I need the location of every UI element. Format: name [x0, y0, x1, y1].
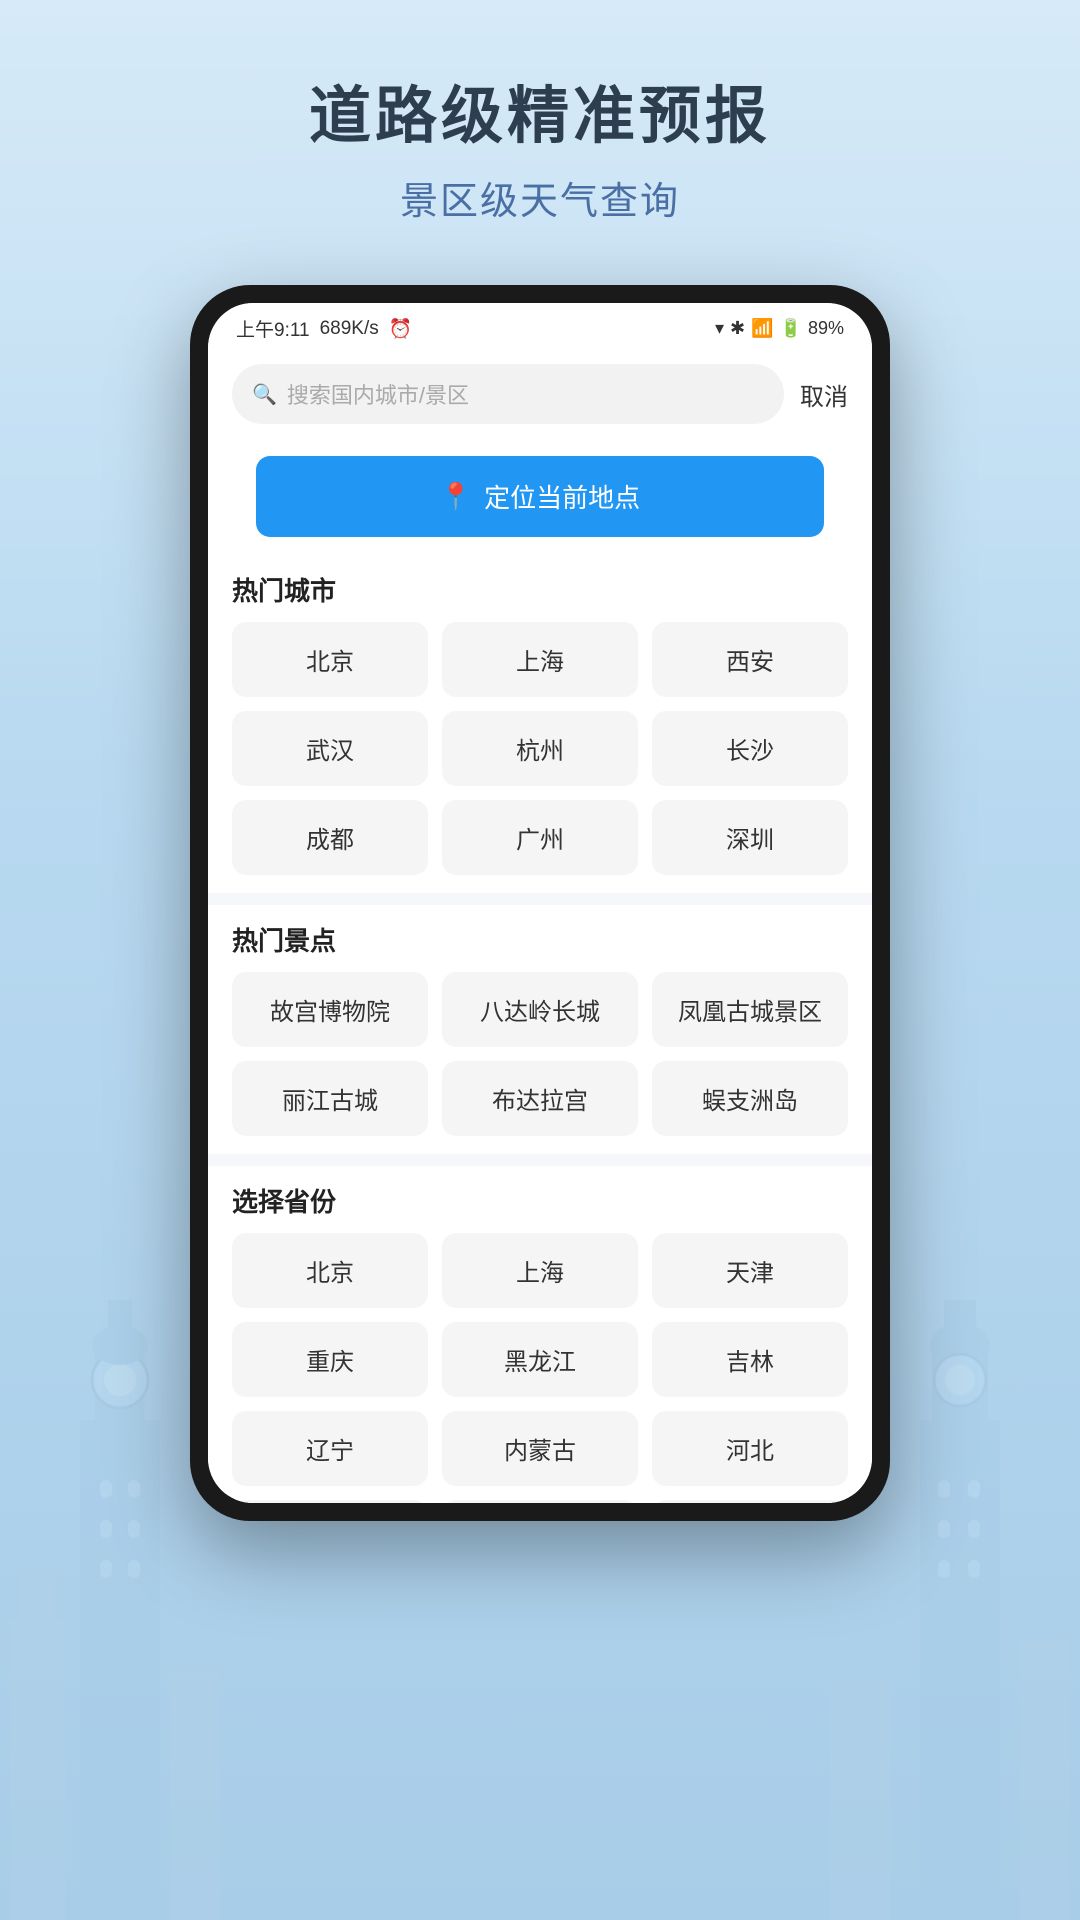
province-grid: 北京 上海 天津 重庆 黑龙江 吉林 辽宁 内蒙古 河北 山西 陕西 山东 新疆…	[232, 1233, 848, 1503]
spot-item-badaling[interactable]: 八达岭长城	[442, 972, 638, 1047]
prov-item-shaanxi[interactable]: 陕西	[442, 1500, 638, 1503]
cancel-button[interactable]: 取消	[800, 377, 848, 412]
bluetooth-icon: ✱	[730, 318, 745, 339]
divider-2	[208, 1154, 872, 1166]
city-item-shanghai[interactable]: 上海	[442, 622, 638, 697]
phone-frame: 上午9:11 689K/s ⏰ ▾ ✱ 📶 🔋 89% 🔍	[190, 285, 890, 1521]
phone-screen: 上午9:11 689K/s ⏰ ▾ ✱ 📶 🔋 89% 🔍	[208, 303, 872, 1503]
city-item-changsha[interactable]: 长沙	[652, 711, 848, 786]
battery-icon: 🔋	[780, 318, 802, 339]
city-item-xian[interactable]: 西安	[652, 622, 848, 697]
status-right: ▾ ✱ 📶 🔋 89%	[715, 318, 844, 339]
search-icon: 🔍	[252, 382, 277, 407]
alarm-icon: ⏰	[389, 317, 413, 341]
prov-item-chongqing[interactable]: 重庆	[232, 1322, 428, 1397]
signal-icon: 📶	[751, 318, 773, 339]
search-input-wrap[interactable]: 🔍 搜索国内城市/景区	[232, 364, 784, 424]
main-title: 道路级精准预报	[0, 80, 1080, 154]
spot-item-lijiang[interactable]: 丽江古城	[232, 1061, 428, 1136]
prov-item-tianjin[interactable]: 天津	[652, 1233, 848, 1308]
prov-item-shanxi[interactable]: 山西	[232, 1500, 428, 1503]
prov-item-beijing[interactable]: 北京	[232, 1233, 428, 1308]
hot-spots-section: 热门景点 故宫博物院 八达岭长城 凤凰古城景区 丽江古城 布达拉宫 蜈支洲岛	[208, 905, 872, 1154]
prov-item-shanghai[interactable]: 上海	[442, 1233, 638, 1308]
spot-item-gugong[interactable]: 故宫博物院	[232, 972, 428, 1047]
status-left: 上午9:11 689K/s ⏰	[236, 315, 412, 342]
hot-spots-title: 热门景点	[232, 905, 848, 972]
location-section: 📍 定位当前地点	[208, 456, 872, 537]
province-title: 选择省份	[232, 1166, 848, 1233]
hot-cities-section: 热门城市 北京 上海 西安 武汉 杭州 长沙 成都 广州 深圳	[208, 555, 872, 893]
city-item-wuhan[interactable]: 武汉	[232, 711, 428, 786]
prov-item-jilin[interactable]: 吉林	[652, 1322, 848, 1397]
hot-cities-title: 热门城市	[232, 555, 848, 622]
sub-title: 景区级天气查询	[0, 170, 1080, 225]
location-label: 定位当前地点	[484, 478, 640, 515]
location-button[interactable]: 📍 定位当前地点	[256, 456, 824, 537]
search-placeholder: 搜索国内城市/景区	[287, 378, 469, 410]
divider-1	[208, 893, 872, 905]
battery-percent: 89%	[808, 318, 844, 339]
location-pin-icon: 📍	[440, 481, 472, 512]
prov-item-liaoning[interactable]: 辽宁	[232, 1411, 428, 1486]
phone-mockup: 上午9:11 689K/s ⏰ ▾ ✱ 📶 🔋 89% 🔍	[0, 285, 1080, 1521]
city-item-chengdu[interactable]: 成都	[232, 800, 428, 875]
hot-cities-grid: 北京 上海 西安 武汉 杭州 长沙 成都 广州 深圳	[232, 622, 848, 893]
city-item-hangzhou[interactable]: 杭州	[442, 711, 638, 786]
city-item-shenzhen[interactable]: 深圳	[652, 800, 848, 875]
spot-item-wuzhizhou[interactable]: 蜈支洲岛	[652, 1061, 848, 1136]
city-item-beijing[interactable]: 北京	[232, 622, 428, 697]
province-section: 选择省份 北京 上海 天津 重庆 黑龙江 吉林 辽宁 内蒙古 河北 山西 陕西 …	[208, 1166, 872, 1503]
search-area: 🔍 搜索国内城市/景区 取消	[208, 350, 872, 438]
prov-item-hebei[interactable]: 河北	[652, 1411, 848, 1486]
hot-spots-grid: 故宫博物院 八达岭长城 凤凰古城景区 丽江古城 布达拉宫 蜈支洲岛	[232, 972, 848, 1154]
wifi-icon: ▾	[715, 318, 724, 339]
spot-item-budala[interactable]: 布达拉宫	[442, 1061, 638, 1136]
city-item-guangzhou[interactable]: 广州	[442, 800, 638, 875]
spot-item-fenghuang[interactable]: 凤凰古城景区	[652, 972, 848, 1047]
status-time: 上午9:11	[236, 315, 310, 342]
prov-item-heilongjiang[interactable]: 黑龙江	[442, 1322, 638, 1397]
status-network: 689K/s	[320, 318, 379, 340]
status-bar: 上午9:11 689K/s ⏰ ▾ ✱ 📶 🔋 89%	[208, 303, 872, 350]
app-header: 道路级精准预报 景区级天气查询	[0, 0, 1080, 285]
prov-item-shandong[interactable]: 山东	[652, 1500, 848, 1503]
prov-item-neimenggu[interactable]: 内蒙古	[442, 1411, 638, 1486]
